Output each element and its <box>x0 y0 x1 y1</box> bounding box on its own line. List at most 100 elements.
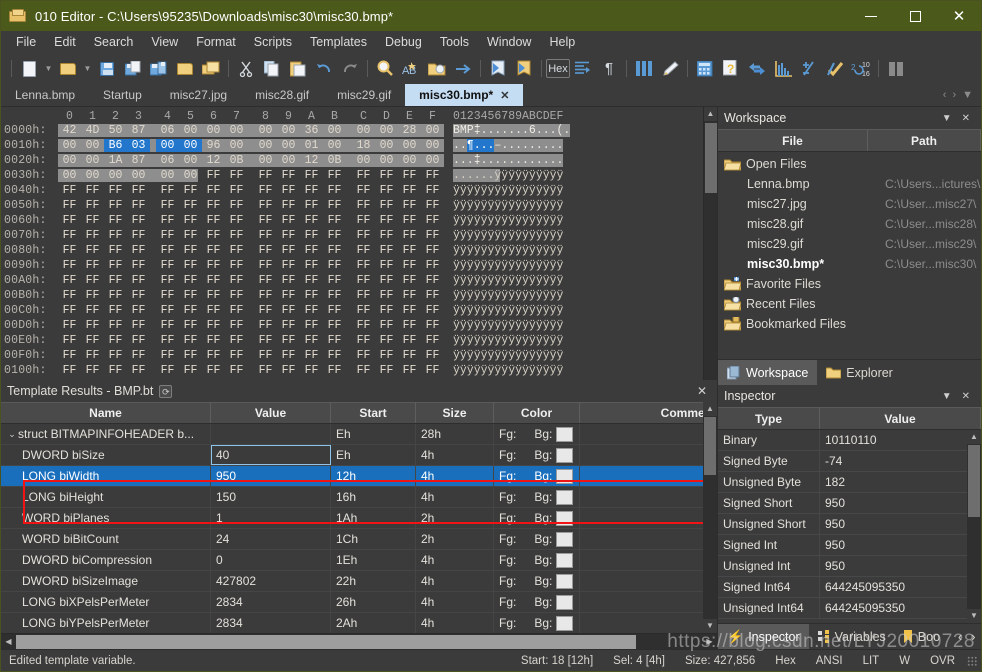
tab-misc28-gif[interactable]: misc28.gif <box>241 84 323 106</box>
bg-color-swatch[interactable] <box>556 489 574 505</box>
cell-start[interactable]: 12h <box>331 465 416 487</box>
hex-byte[interactable]: FF <box>300 274 323 287</box>
hex-byte[interactable]: FF <box>277 244 300 257</box>
hex-byte[interactable]: FF <box>398 319 421 332</box>
hex-row[interactable]: 0020h: 00 00 1A 87 06 00 12 0B 00 00 12 0B 00 00 00 00..… <box>1 153 703 168</box>
cell-size[interactable]: 4h <box>416 444 494 466</box>
cell-color[interactable]: Fg: Bg: <box>494 528 580 550</box>
list-item[interactable]: Open Files <box>718 154 981 174</box>
open-file-dropdown-icon[interactable]: ▼ <box>81 56 94 82</box>
inspector-col-type[interactable]: Type <box>718 408 820 429</box>
hex-byte[interactable]: FF <box>277 199 300 212</box>
hex-byte[interactable]: 00 <box>127 169 150 182</box>
hex-byte[interactable]: 00 <box>277 154 300 167</box>
help-file-icon[interactable]: ? <box>718 56 744 82</box>
hex-ascii-text[interactable]: ÿÿÿÿÿÿÿÿÿÿÿÿÿÿÿÿ <box>453 184 563 197</box>
table-row[interactable]: DWORD biCompression 0 1Eh 4h Fg: Bg: <box>1 549 717 571</box>
hex-byte[interactable]: FF <box>398 274 421 287</box>
hex-byte[interactable]: FF <box>104 349 127 362</box>
hex-byte[interactable]: FF <box>254 319 277 332</box>
hex-byte[interactable]: FF <box>352 214 375 227</box>
hex-byte[interactable]: 00 <box>254 124 277 137</box>
tab-bookmarks[interactable]: Boo <box>895 624 949 649</box>
inspector-value[interactable]: 182 <box>820 472 981 493</box>
hex-byte[interactable]: FF <box>352 169 375 182</box>
save-file-icon[interactable] <box>94 56 120 82</box>
hex-content[interactable]: 0 1 2 3 4 5 6 7 8 9 A B C D E F 01234567… <box>1 107 703 380</box>
hex-byte-group[interactable]: FF FF FF FF FF FF FF FF FF FF FF FF FF FF FF FF <box>58 289 444 302</box>
cell-start[interactable]: Eh <box>331 424 416 445</box>
hex-byte[interactable]: FF <box>254 334 277 347</box>
hex-byte[interactable]: FF <box>300 259 323 272</box>
list-item[interactable]: misc29.gif C:\User...misc29\ <box>718 234 981 254</box>
hex-byte[interactable]: FF <box>127 274 150 287</box>
close-button[interactable]: ✕ <box>937 1 981 31</box>
tab-variables[interactable]: Variables <box>809 624 895 649</box>
hex-byte[interactable]: FF <box>104 304 127 317</box>
hex-byte[interactable]: FF <box>225 319 248 332</box>
hex-byte[interactable]: FF <box>300 349 323 362</box>
cell-value[interactable]: 1 <box>211 507 331 529</box>
table-row[interactable]: WORD biBitCount 24 1Ch 2h Fg: Bg: <box>1 528 717 550</box>
tab-prev-icon[interactable]: ‹ <box>943 89 947 101</box>
hex-byte[interactable]: FF <box>104 259 127 272</box>
hex-byte[interactable]: FF <box>81 349 104 362</box>
list-item[interactable]: Bookmarked Files <box>718 314 981 334</box>
hex-byte[interactable]: 0B <box>225 154 248 167</box>
save-as-icon[interactable] <box>120 56 146 82</box>
hex-byte[interactable]: 00 <box>156 139 179 152</box>
hex-byte[interactable]: FF <box>254 289 277 302</box>
hex-row[interactable]: 0090h: FF FF FF FF FF FF FF FF FF FF FF FF FF FF FF FF ÿÿ… <box>1 258 703 273</box>
cell-comment[interactable] <box>580 528 717 550</box>
hex-byte[interactable]: FF <box>352 364 375 377</box>
hex-byte[interactable]: FF <box>225 199 248 212</box>
hex-byte-group[interactable]: FF FF FF FF FF FF FF FF FF FF FF FF FF FF FF FF <box>58 319 444 332</box>
hex-byte[interactable]: FF <box>398 364 421 377</box>
hex-byte[interactable]: FF <box>323 364 346 377</box>
hex-byte[interactable]: FF <box>254 229 277 242</box>
hex-ascii-text[interactable]: ÿÿÿÿÿÿÿÿÿÿÿÿÿÿÿÿ <box>453 334 563 347</box>
hex-byte[interactable]: FF <box>398 304 421 317</box>
hex-byte[interactable]: FF <box>323 184 346 197</box>
hex-byte[interactable]: 00 <box>254 139 277 152</box>
hscroll-left-icon[interactable]: ◀ <box>1 637 16 646</box>
hex-byte[interactable]: FF <box>225 259 248 272</box>
hex-byte[interactable]: FF <box>179 229 202 242</box>
cell-size[interactable]: 4h <box>416 486 494 508</box>
inspector-row[interactable]: Unsigned Byte 182 <box>718 471 981 493</box>
hex-byte[interactable]: FF <box>398 259 421 272</box>
find-replace-icon[interactable]: AB <box>398 56 424 82</box>
cell-name[interactable]: ⌄ struct BITMAPINFOHEADER b... <box>1 424 211 445</box>
hex-byte[interactable]: FF <box>202 349 225 362</box>
hex-byte[interactable]: FF <box>323 229 346 242</box>
hex-byte[interactable]: 00 <box>179 169 202 182</box>
cell-color[interactable]: Fg: Bg: <box>494 444 580 466</box>
hex-byte[interactable]: FF <box>202 334 225 347</box>
hex-byte[interactable]: FF <box>202 229 225 242</box>
inspector-col-value[interactable]: Value <box>820 408 981 429</box>
paste-icon[interactable] <box>285 56 311 82</box>
hex-byte[interactable]: 50 <box>104 124 127 137</box>
col-header-start[interactable]: Start <box>331 403 416 423</box>
workspace-item-name[interactable]: Recent Files <box>718 297 885 311</box>
hex-byte[interactable]: FF <box>225 274 248 287</box>
hex-ascii-text[interactable]: ÿÿÿÿÿÿÿÿÿÿÿÿÿÿÿÿ <box>453 199 563 212</box>
inspector-value[interactable]: 950 <box>820 535 981 556</box>
checksum-icon[interactable] <box>796 56 822 82</box>
tab-list-icon[interactable]: ▼ <box>962 89 973 101</box>
hex-byte-group[interactable]: 00 00 B6 03 00 00 96 00 00 00 01 00 18 00 00 00 <box>58 139 444 152</box>
align-text-icon[interactable] <box>570 56 596 82</box>
hex-byte[interactable]: FF <box>202 274 225 287</box>
hex-byte[interactable]: FF <box>225 289 248 302</box>
hex-ascii-text[interactable]: ÿÿÿÿÿÿÿÿÿÿÿÿÿÿÿÿ <box>453 244 563 257</box>
cell-comment[interactable] <box>580 444 717 466</box>
hex-byte[interactable]: FF <box>81 244 104 257</box>
calculator-icon[interactable] <box>692 56 718 82</box>
hex-byte[interactable]: FF <box>254 364 277 377</box>
hex-vertical-scrollbar[interactable]: ▲ <box>703 107 717 380</box>
hex-ascii-text[interactable]: ÿÿÿÿÿÿÿÿÿÿÿÿÿÿÿÿ <box>453 259 563 272</box>
inspector-row[interactable]: Unsigned Short 950 <box>718 513 981 535</box>
menu-help[interactable]: Help <box>540 32 584 52</box>
tab-close-icon[interactable]: ✕ <box>500 89 509 102</box>
hex-byte[interactable]: FF <box>254 184 277 197</box>
